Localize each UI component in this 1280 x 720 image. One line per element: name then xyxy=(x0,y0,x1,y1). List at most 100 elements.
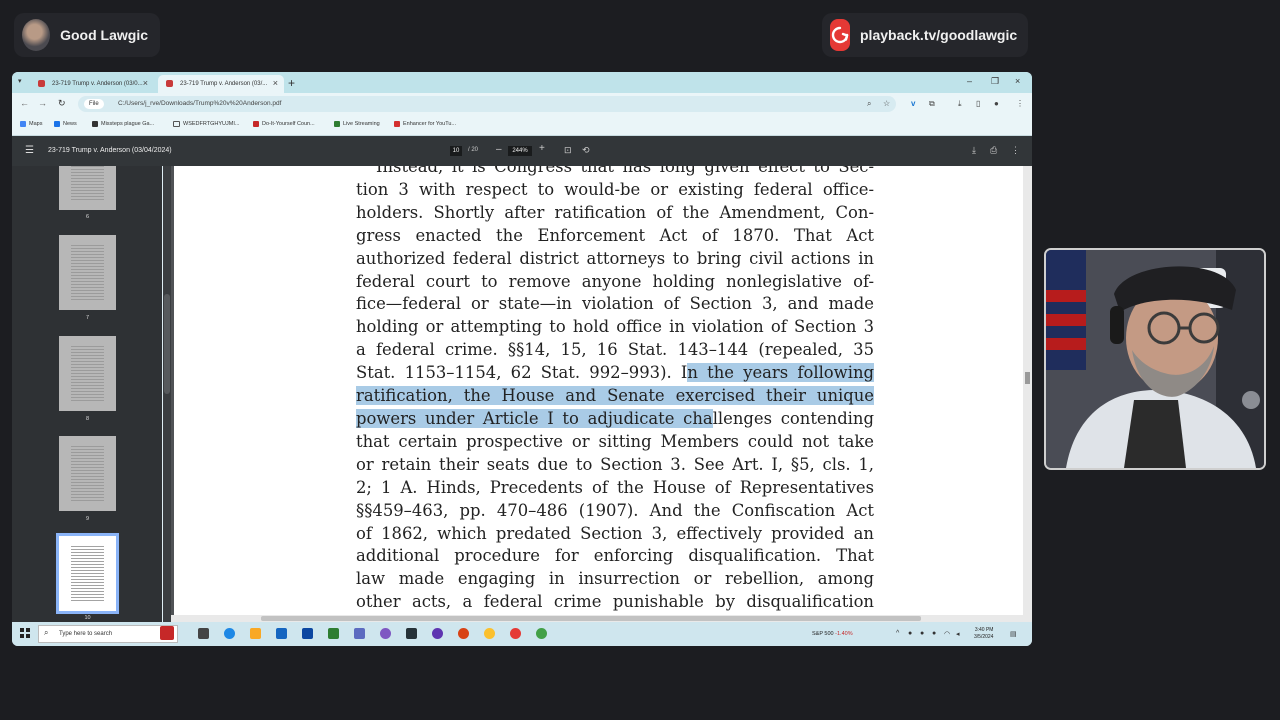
tray-chevron-icon[interactable]: ^ xyxy=(896,630,899,637)
text-line: Stat. 1153–1154, 62 Stat. 992–993). In t… xyxy=(356,363,874,383)
tray-app-icon[interactable]: ● xyxy=(932,630,936,637)
terminal-icon[interactable] xyxy=(406,628,417,639)
bookmark-missteps[interactable]: Missteps plague Ga... xyxy=(92,121,154,127)
text-line: tion 3 with respect to would-be or exist… xyxy=(356,179,874,199)
text-line: or retain their seats due to Section 3. … xyxy=(356,454,874,474)
site-icon xyxy=(92,121,98,127)
pdf-vertical-scrollbar[interactable] xyxy=(1023,166,1032,622)
print-icon[interactable]: ⎙ xyxy=(990,145,997,156)
tab-label: 23-719 Trump v. Anderson (03/0... xyxy=(52,81,143,87)
playback-badge[interactable]: playback.tv/goodlawgic xyxy=(822,13,1028,57)
hamburger-menu-icon[interactable]: ☰ xyxy=(25,145,34,156)
taskbar-search[interactable]: ⌕ Type here to search xyxy=(38,625,178,643)
zoom-level-input[interactable]: 244% xyxy=(508,146,532,156)
tab-trump-v-anderson-2[interactable]: 23-719 Trump v. Anderson (03/... × xyxy=(158,75,284,93)
text-line: Instead, it is Congress that has long gi… xyxy=(376,166,874,176)
page-thumbnail[interactable] xyxy=(59,235,116,310)
file-explorer-icon[interactable] xyxy=(250,628,261,639)
tray-app-icon[interactable]: ● xyxy=(908,630,912,637)
bookmark-live-streaming[interactable]: Live Streaming xyxy=(334,121,380,127)
playback-url: playback.tv/goodlawgic xyxy=(860,27,1018,43)
extensions-icon[interactable]: ⧉ xyxy=(929,99,935,109)
tab-close-icon[interactable]: × xyxy=(273,78,278,88)
download-icon[interactable]: ⤓ xyxy=(958,99,962,109)
page-thumbnail[interactable] xyxy=(59,336,116,411)
bookmark-maps[interactable]: Maps xyxy=(20,121,42,127)
obs-icon[interactable] xyxy=(432,628,443,639)
pdf-more-icon[interactable]: ⋮ xyxy=(1011,145,1020,156)
reload-icon[interactable]: ↻ xyxy=(58,98,66,109)
zoom-in-icon[interactable]: + xyxy=(539,143,545,154)
notifications-icon[interactable]: ▤ xyxy=(1010,630,1017,638)
excel-icon[interactable] xyxy=(328,628,339,639)
store-icon[interactable] xyxy=(276,628,287,639)
text-line: holding or attempting to hold office in … xyxy=(356,317,874,337)
edge-icon[interactable] xyxy=(224,628,235,639)
windows-start-icon[interactable] xyxy=(20,628,30,638)
channel-badge: Good Lawgic xyxy=(14,13,160,57)
page-thumbnail[interactable] xyxy=(59,436,116,511)
tab-close-icon[interactable]: × xyxy=(143,78,148,88)
mail-icon[interactable] xyxy=(302,628,313,639)
powerpoint-icon[interactable] xyxy=(458,628,469,639)
extension-v-icon[interactable]: v xyxy=(911,99,915,108)
teams-icon[interactable] xyxy=(354,628,365,639)
chrome-profile-icon[interactable] xyxy=(536,628,547,639)
pdf-title: 23-719 Trump v. Anderson (03/04/2024) xyxy=(48,147,172,154)
network-icon[interactable]: ◠ xyxy=(944,630,950,638)
side-panel-icon[interactable]: ▯ xyxy=(976,99,980,108)
text-line: a federal crime. §§14, 15, 16 Stat. 143–… xyxy=(356,340,874,360)
channel-avatar xyxy=(22,19,51,51)
tab-search-icon[interactable]: ▾ xyxy=(18,77,22,85)
url-field[interactable]: File C:/Users/j_rve/Downloads/Trump%20v%… xyxy=(78,96,896,112)
site-icon xyxy=(394,121,400,127)
stock-ticker[interactable]: S&P 500 -1.40% xyxy=(812,631,853,637)
site-icon xyxy=(253,121,259,127)
zoom-lens-icon[interactable]: ⌕ xyxy=(867,99,871,109)
zoom-out-icon[interactable]: – xyxy=(496,144,502,155)
pdf-download-icon[interactable]: ⤓ xyxy=(972,145,976,156)
task-view-icon[interactable] xyxy=(198,628,209,639)
minimize-icon[interactable]: – xyxy=(967,76,972,86)
app-icon[interactable] xyxy=(380,628,391,639)
bookmark-folder[interactable]: WSEDFRTGHYUJMI... xyxy=(173,121,239,127)
bookmark-diy[interactable]: Do-It-Yourself Coun... xyxy=(253,121,315,127)
thumbnail-number: 10 xyxy=(84,615,91,621)
pdf-favicon-icon xyxy=(38,80,45,87)
forward-icon[interactable]: → xyxy=(38,98,47,108)
pdf-horizontal-scrollbar[interactable] xyxy=(171,615,1023,622)
page-thumbnail-active[interactable] xyxy=(56,533,119,614)
kebab-menu-icon[interactable]: ⋮ xyxy=(1016,99,1024,108)
chrome-canary-icon[interactable] xyxy=(484,628,495,639)
text-line: holders. Shortly after ratification of t… xyxy=(356,202,874,222)
thumbnail-number: 9 xyxy=(85,516,90,522)
text-line: law made engaging in insurrection or reb… xyxy=(356,569,874,589)
pdf-viewer: Instead, it is Congress that has long gi… xyxy=(171,166,1023,622)
microphone-icon[interactable]: ● xyxy=(920,630,924,637)
address-bar-row: ← → ↻ File C:/Users/j_rve/Downloads/Trum… xyxy=(12,93,1032,115)
news-icon xyxy=(54,121,60,127)
restore-icon[interactable]: ❐ xyxy=(991,76,999,87)
bookmark-enhancer[interactable]: Enhancer for YouTu... xyxy=(394,121,456,127)
tab-trump-v-anderson-1[interactable]: 23-719 Trump v. Anderson (03/0... × xyxy=(30,75,154,93)
taskbar-books-icon[interactable] xyxy=(160,626,174,640)
rotate-icon[interactable]: ⟲ xyxy=(582,145,590,156)
sidebar-scrollbar[interactable] xyxy=(163,166,171,622)
page-number-input[interactable]: 10 xyxy=(450,146,462,156)
back-icon[interactable]: ← xyxy=(20,98,29,108)
url-chip[interactable]: File xyxy=(84,99,104,109)
profile-icon[interactable]: ● xyxy=(994,99,999,108)
bookmark-star-icon[interactable]: ☆ xyxy=(883,99,890,108)
text-line: ratification, the House and Senate exerc… xyxy=(356,385,874,408)
browser-window: ▾ 23-719 Trump v. Anderson (03/0... × 23… xyxy=(12,72,1032,646)
taskbar-search-placeholder: Type here to search xyxy=(59,631,113,637)
page-thumbnail[interactable] xyxy=(59,166,116,210)
new-tab-icon[interactable]: + xyxy=(288,76,295,90)
chrome-icon[interactable] xyxy=(510,628,521,639)
bookmark-news[interactable]: News xyxy=(54,121,77,127)
text-line: 2; 1 A. Hinds, Precedents of the House o… xyxy=(356,477,874,497)
taskbar-clock[interactable]: 3:40 PM 3/5/2024 xyxy=(974,627,993,641)
volume-icon[interactable]: ◂ xyxy=(956,630,960,638)
fit-page-icon[interactable]: ⊡ xyxy=(564,145,572,156)
close-window-icon[interactable]: × xyxy=(1015,76,1020,86)
